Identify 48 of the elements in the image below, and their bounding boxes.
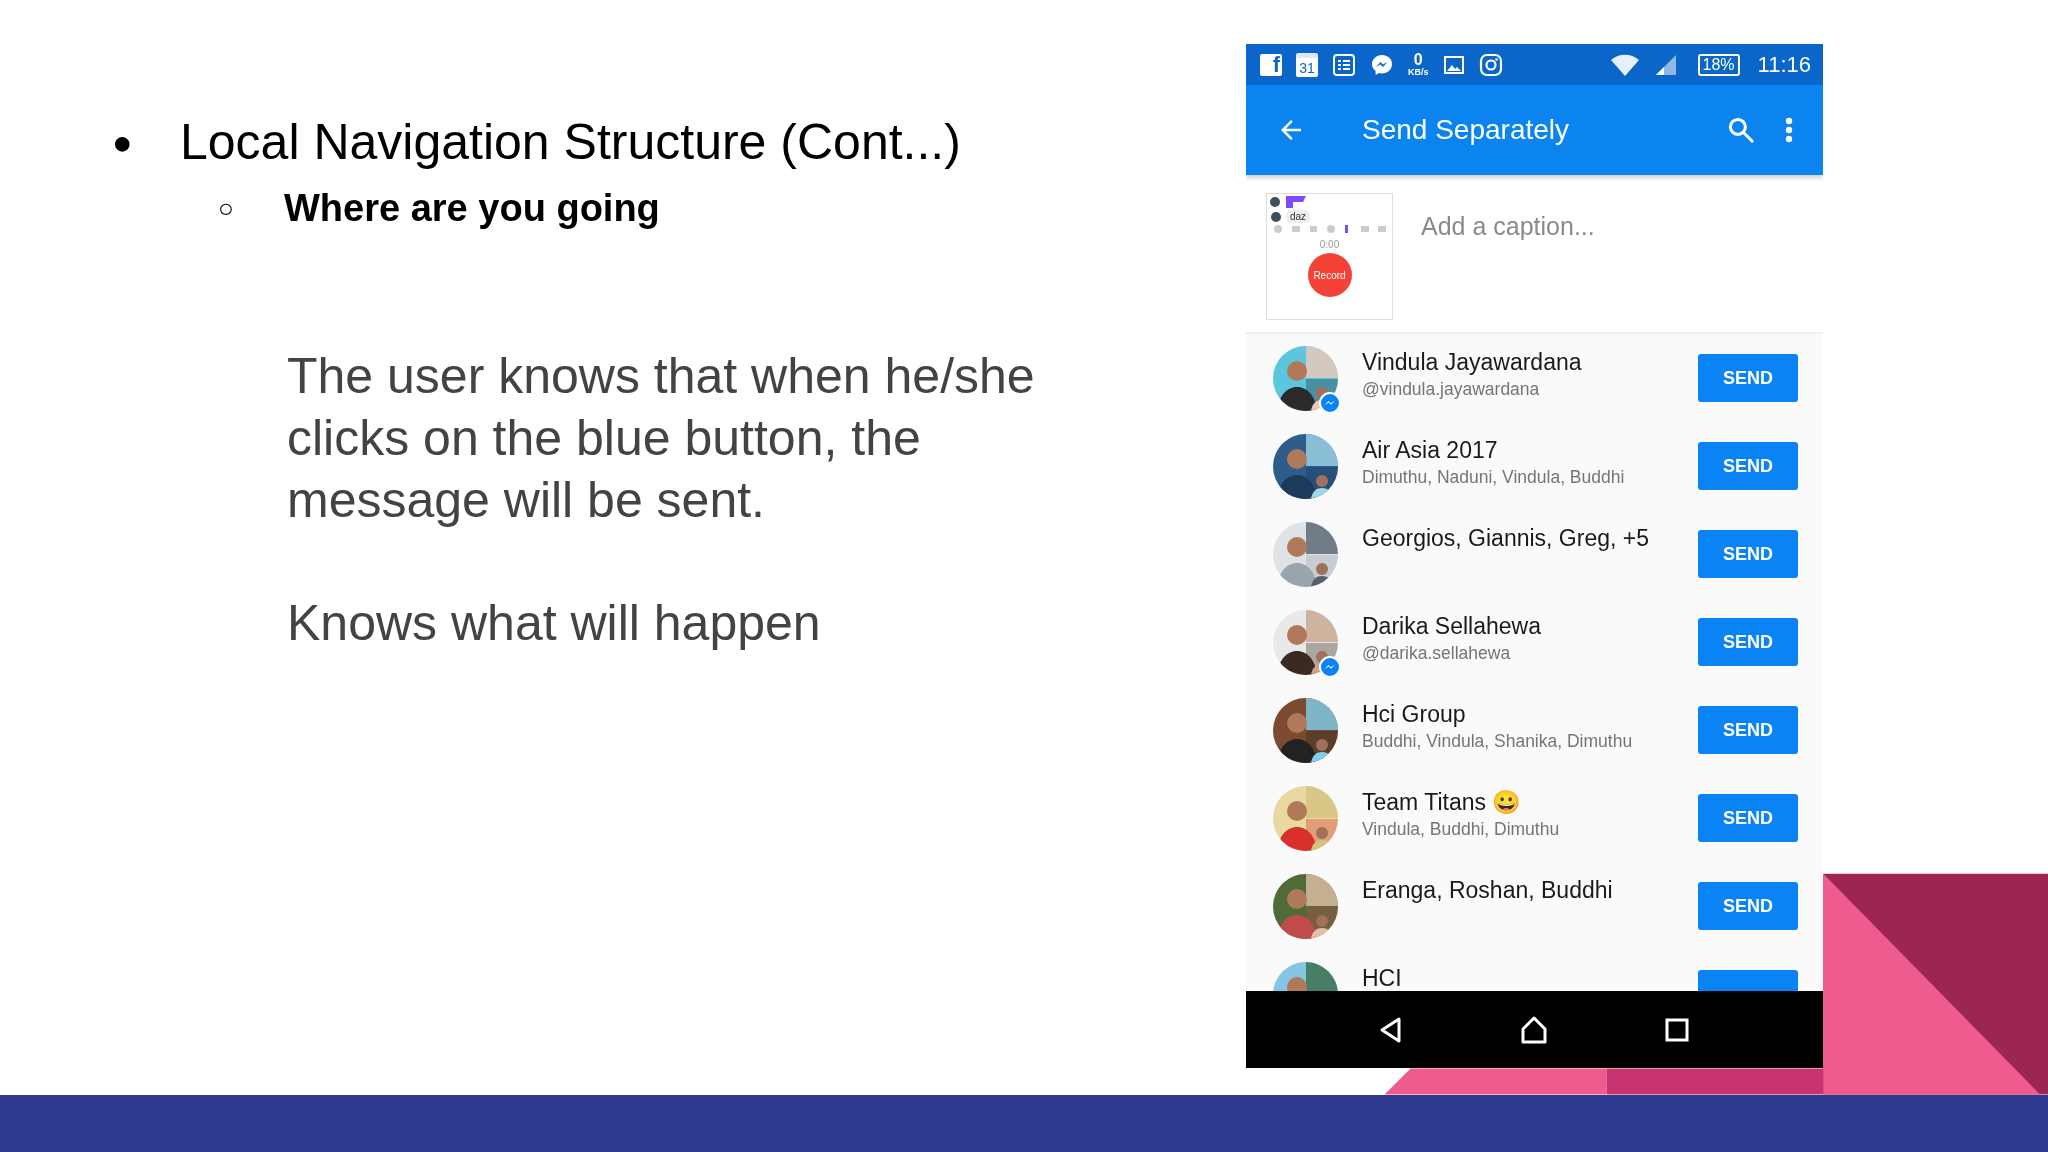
- send-button[interactable]: SEND: [1698, 530, 1798, 578]
- messenger-icon: [1370, 52, 1394, 77]
- camera-icon: [1478, 52, 1503, 77]
- search-icon: [1726, 115, 1756, 145]
- contact-members: @vindula.jayawardana: [1362, 378, 1541, 401]
- slide-paragraph: Knows what will happen: [287, 594, 822, 653]
- more-icon: [1785, 117, 1793, 143]
- contact-members: Buddhi, Vindula, Shanika, Dimuthu: [1362, 730, 1634, 753]
- send-button[interactable]: SEND: [1698, 794, 1798, 842]
- message-bubble: daz: [1286, 210, 1311, 223]
- contact-name: HCI: [1362, 964, 1402, 991]
- list-icon: [1332, 52, 1356, 77]
- screen-title: Send Separately: [1362, 114, 1571, 146]
- hollow-bullet: ○: [218, 192, 235, 224]
- contact-members: Dimuthu, Naduni, Vindula, Buddhi: [1362, 466, 1626, 489]
- wifi-icon: [1609, 52, 1640, 77]
- contact-name: Hci Group: [1362, 700, 1466, 728]
- avatar-icon: [1270, 210, 1282, 223]
- clock: 11:16: [1757, 51, 1811, 78]
- battery-indicator: 18%: [1697, 53, 1740, 76]
- data-speed-unit: KB/s: [1408, 68, 1429, 77]
- send-button[interactable]: SEND: [1698, 882, 1798, 930]
- home-icon: [1519, 1014, 1550, 1045]
- contact-name: Team Titans 😀: [1362, 788, 1522, 816]
- send-button[interactable]: SEND: [1698, 618, 1798, 666]
- facebook-icon: f: [1260, 53, 1282, 76]
- contact-members: Vindula, Buddhi, Dimuthu: [1362, 818, 1561, 841]
- slide-subheading: Where are you going: [284, 186, 661, 230]
- contact-name: Vindula Jayawardana: [1362, 348, 1582, 376]
- bullet: ●: [112, 122, 134, 162]
- timer-text: 0:00: [1319, 239, 1340, 250]
- more-button[interactable]: [1783, 115, 1795, 145]
- contact-name: Air Asia 2017: [1362, 436, 1498, 464]
- chat-header-drawing: [1270, 196, 1306, 208]
- contact-name: Eranga, Roshan, Buddhi: [1362, 876, 1613, 904]
- send-button[interactable]: SEND: [1698, 354, 1798, 402]
- calendar-icon: 31: [1296, 52, 1318, 77]
- contact-members: @darika.sellahewa: [1362, 642, 1512, 665]
- contact-name: Georgios, Giannis, Greg, +5: [1362, 524, 1649, 552]
- slide-heading: Local Navigation Structure (Cont...): [180, 113, 962, 171]
- home-button[interactable]: [1519, 1014, 1550, 1045]
- contact-name: Darika Sellahewa: [1362, 612, 1541, 640]
- send-button[interactable]: SEND: [1698, 442, 1798, 490]
- slide-paragraph: The user knows that when he/she clicks on the blue button, the message will be sent.: [287, 347, 1036, 530]
- send-button[interactable]: SEND: [1698, 706, 1798, 754]
- caption-field[interactable]: Add a caption...: [1419, 205, 1783, 247]
- data-speed-value: 0: [1413, 52, 1423, 68]
- image-icon: [1442, 53, 1465, 76]
